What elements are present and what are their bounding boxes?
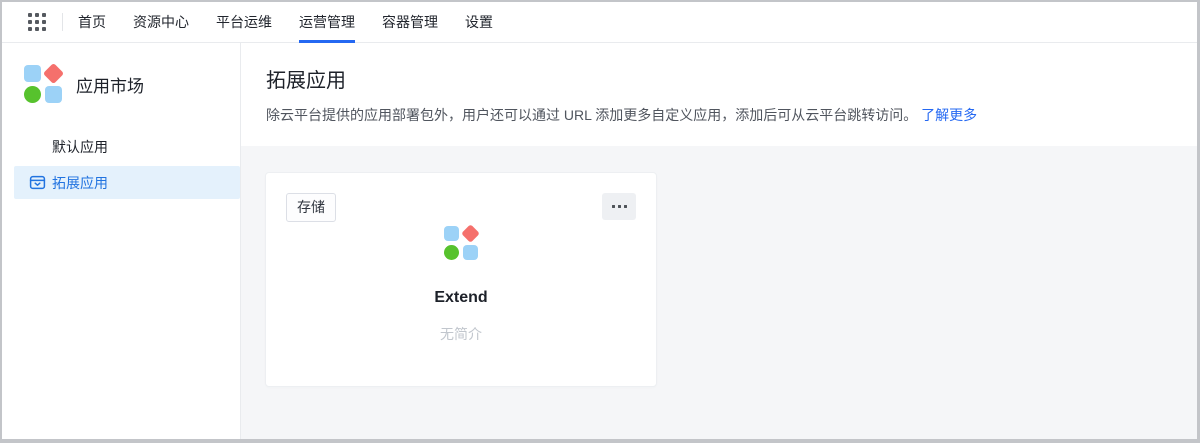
extend-app-logo (444, 226, 478, 260)
nav-item-container-mgmt[interactable]: 容器管理 (382, 2, 438, 42)
nav-item-resource-center[interactable]: 资源中心 (133, 2, 189, 42)
top-nav: 首页 资源中心 平台运维 运营管理 容器管理 设置 (2, 2, 1197, 43)
sidebar-header: 应用市场 (2, 43, 240, 103)
app-window: 首页 资源中心 平台运维 运营管理 容器管理 设置 应用市场 默认应用 (0, 0, 1200, 443)
card-more-button[interactable] (602, 193, 636, 220)
sidebar-item-extended-apps[interactable]: 拓展应用 (14, 166, 240, 199)
app-description: 无简介 (286, 324, 636, 344)
app-category-tag: 存储 (286, 193, 336, 222)
nav-item-home[interactable]: 首页 (78, 2, 106, 42)
page-title: 拓展应用 (266, 64, 1173, 93)
ellipsis-icon (612, 205, 615, 208)
app-card-extend[interactable]: 存储 Extend 无简介 (265, 172, 657, 387)
sidebar: 应用市场 默认应用 拓展应用 (2, 43, 241, 439)
sidebar-menu: 默认应用 拓展应用 (2, 130, 240, 199)
sidebar-item-label: 默认应用 (52, 137, 108, 157)
nav-item-settings[interactable]: 设置 (465, 2, 493, 42)
page-description: 除云平台提供的应用部署包外，用户还可以通过 URL 添加更多自定义应用，添加后可… (266, 106, 1173, 126)
extension-bag-icon (29, 174, 46, 191)
main-header: 拓展应用 除云平台提供的应用部署包外，用户还可以通过 URL 添加更多自定义应用… (241, 43, 1197, 126)
nav-item-operations-mgmt[interactable]: 运营管理 (299, 2, 355, 42)
app-name: Extend (286, 289, 636, 307)
nav-divider (62, 13, 63, 31)
app-market-logo (24, 65, 62, 103)
apps-grid-area: 存储 Extend 无简介 (241, 146, 1197, 439)
nav-item-platform-ops[interactable]: 平台运维 (216, 2, 272, 42)
page-description-text: 除云平台提供的应用部署包外，用户还可以通过 URL 添加更多自定义应用，添加后可… (266, 107, 917, 123)
main-content: 拓展应用 除云平台提供的应用部署包外，用户还可以通过 URL 添加更多自定义应用… (241, 43, 1197, 439)
sidebar-item-default-apps[interactable]: 默认应用 (14, 130, 240, 163)
apps-grid-icon[interactable] (28, 13, 46, 31)
learn-more-link[interactable]: 了解更多 (921, 107, 977, 123)
sidebar-item-label: 拓展应用 (52, 173, 108, 193)
sidebar-title: 应用市场 (76, 72, 144, 97)
app-card-header: 存储 (286, 193, 636, 222)
